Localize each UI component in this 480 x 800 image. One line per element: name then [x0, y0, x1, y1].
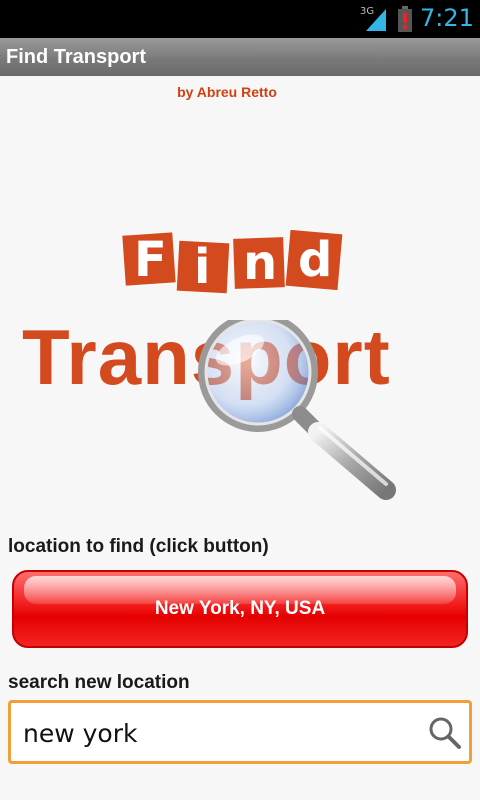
logo-letter-f: F — [134, 232, 167, 288]
logo-letter-i: i — [194, 239, 211, 295]
find-letters: F i n d — [124, 228, 340, 294]
author-byline: by Abreu Retto — [177, 84, 277, 100]
logo-letter-n: n — [243, 235, 278, 291]
find-transport-logo: F i n d Transport — [0, 200, 480, 500]
battery-alert-icon — [398, 6, 412, 32]
search-icon[interactable] — [427, 715, 463, 751]
location-button[interactable]: New York, NY, USA — [12, 570, 468, 648]
location-label: location to find (click button) — [8, 536, 269, 557]
magnifier-icon — [198, 320, 396, 500]
search-label: search new location — [8, 672, 190, 693]
search-input[interactable] — [23, 715, 423, 751]
signal-icon — [366, 9, 386, 31]
app-title-bar: Find Transport — [0, 38, 480, 76]
location-button-label: New York, NY, USA — [154, 598, 326, 619]
logo-letter-d: d — [298, 232, 333, 288]
app-title: Find Transport — [6, 46, 146, 68]
status-bar: 3G 7:21 — [0, 0, 480, 38]
search-box — [8, 700, 472, 764]
clock: 7:21 — [420, 4, 474, 32]
